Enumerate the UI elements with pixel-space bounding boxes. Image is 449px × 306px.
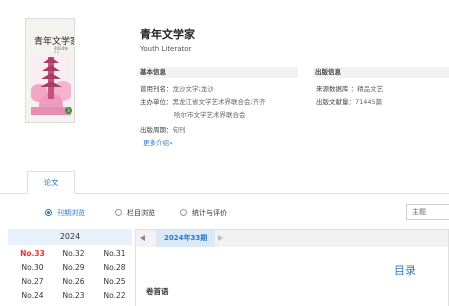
former-name-label: 曾用刊名：: [140, 85, 173, 93]
volume-value: 71445篇: [355, 98, 383, 106]
volume-label: 出版文献量：: [316, 98, 355, 106]
year-issue-panel: 2024 No.33 No.32 No.31 No.30 No.29 No.28…: [8, 229, 132, 306]
issue-link[interactable]: No.28: [94, 261, 135, 275]
cycle-row: 出版周期：旬刊: [140, 125, 186, 136]
issue-link[interactable]: No.32: [53, 247, 94, 261]
sponsor-value-line2: 哈尔市文学艺术界联合会: [174, 111, 246, 119]
stats-option[interactable]: 统计与评价: [180, 208, 227, 218]
journal-title: 青年文学家: [140, 28, 195, 41]
radio-selected-icon: [45, 209, 52, 216]
issue-nav-bar: 2024年33期: [136, 230, 448, 247]
radio-icon: [115, 209, 122, 216]
issue-link[interactable]: No.29: [53, 261, 94, 275]
source-db-value: 精品文艺: [357, 85, 384, 93]
source-db-label: 来源数据库 ：: [316, 85, 358, 93]
issue-link[interactable]: No.25: [94, 275, 135, 289]
column-browse-option[interactable]: 栏目浏览: [115, 208, 155, 218]
next-issue-arrow-icon[interactable]: [218, 235, 223, 241]
issue-content-panel: 2024年33期 目录 卷首语: [135, 229, 449, 306]
more-info-link[interactable]: 更多介绍»: [143, 137, 173, 147]
sponsor-label: 主办单位：: [140, 98, 173, 106]
column-browse-label: 栏目浏览: [127, 209, 155, 217]
topic-select[interactable]: 主题: [406, 204, 449, 220]
basic-info-heading: 基本信息: [138, 67, 298, 78]
sponsor-row-continued: 哈尔市文学艺术界联合会: [174, 110, 246, 121]
sponsor-row: 主办单位：黑龙江省文学艺术界联合会;齐齐: [140, 97, 266, 108]
tab-papers[interactable]: 论文: [27, 171, 75, 194]
former-name-row: 曾用刊名：龙沙文学;龙沙: [140, 84, 214, 95]
journal-cover[interactable]: 青年文学家 2024年 33 3: [25, 18, 75, 123]
issue-link[interactable]: No.30: [12, 261, 53, 275]
issue-browse-option[interactable]: 刊期浏览: [45, 208, 85, 218]
issue-link[interactable]: No.22: [94, 289, 135, 303]
issue-link[interactable]: No.24: [12, 289, 53, 303]
cycle-value: 旬刊: [172, 126, 186, 134]
journal-subtitle: Youth Literator: [140, 45, 192, 53]
prev-issue-arrow-icon[interactable]: [140, 235, 145, 241]
former-name-value: 龙沙文学;龙沙: [172, 85, 214, 93]
cycle-label: 出版周期：: [140, 126, 173, 134]
radio-icon: [180, 209, 187, 216]
publication-info-heading: 出版信息: [313, 67, 449, 78]
volume-row: 出版文献量：71445篇: [316, 97, 382, 108]
stats-label: 统计与评价: [192, 209, 227, 217]
issue-link[interactable]: No.27: [12, 275, 53, 289]
issue-grid: No.33 No.32 No.31 No.30 No.29 No.28 No.2…: [8, 247, 132, 303]
issue-link[interactable]: No.33: [12, 247, 53, 261]
toc-title: 目录: [394, 264, 416, 277]
cover-badge: 3: [65, 107, 72, 114]
issue-link[interactable]: No.31: [94, 247, 135, 261]
issue-link[interactable]: No.23: [53, 289, 94, 303]
year-header[interactable]: 2024: [8, 229, 132, 245]
cover-pagoda-illustration: [31, 53, 71, 115]
issue-browse-label: 刊期浏览: [57, 209, 85, 217]
source-db-row: 来源数据库 ：精品文艺: [316, 84, 383, 95]
issue-link[interactable]: No.26: [53, 275, 94, 289]
sponsor-value-line1: 黑龙江省文学艺术界联合会;齐齐: [172, 98, 266, 106]
section-heading: 卷首语: [146, 287, 169, 296]
current-issue-tab[interactable]: 2024年33期: [156, 230, 216, 247]
